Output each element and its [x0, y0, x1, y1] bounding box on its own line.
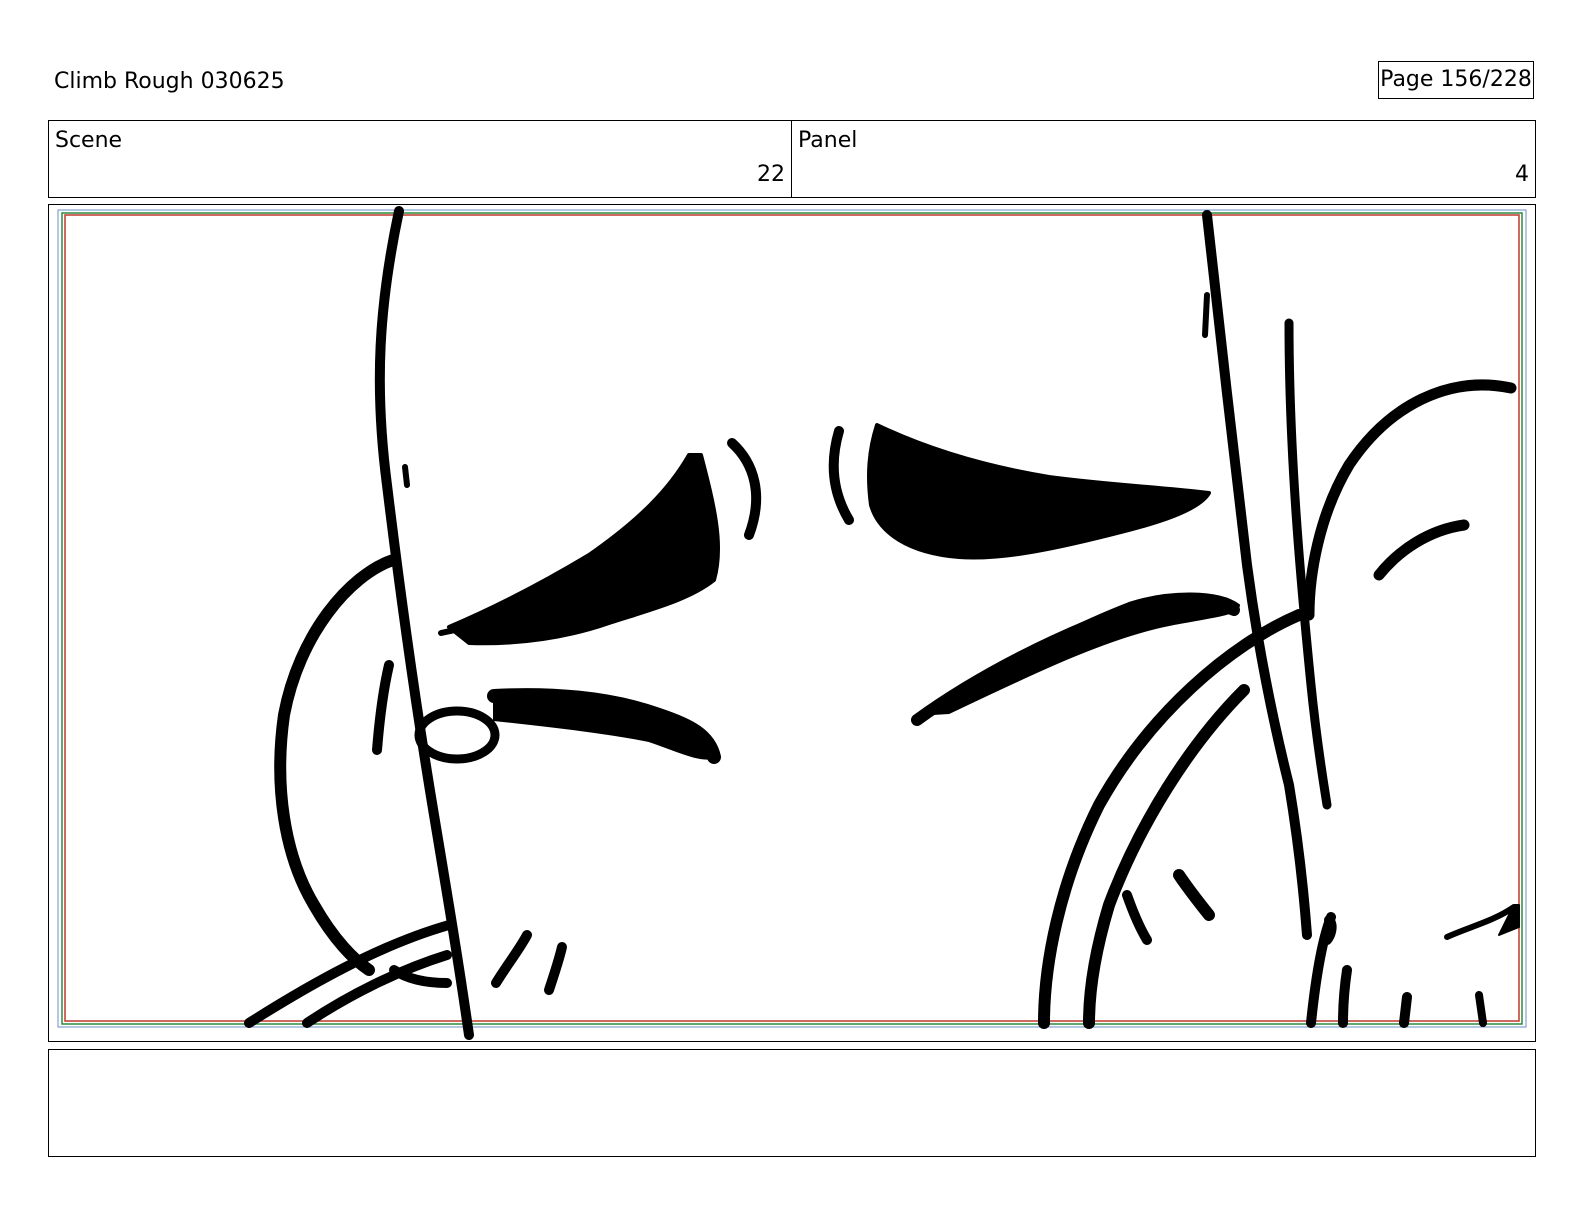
sketch-lines: [244, 206, 1517, 1040]
panel-label: Panel: [798, 128, 858, 153]
storyboard-frame: [48, 204, 1536, 1042]
page-number: Page 156/228: [1378, 61, 1534, 99]
scene-label: Scene: [55, 128, 123, 153]
scene-cell: Scene 22: [49, 121, 792, 197]
panel-number: 4: [1515, 162, 1529, 187]
scene-panel-info: Scene 22 Panel 4: [48, 120, 1536, 198]
document-title: Climb Rough 030625: [54, 69, 285, 94]
storyboard-drawing: [57, 206, 1527, 1040]
scene-number: 22: [757, 162, 785, 187]
panel-cell: Panel 4: [792, 121, 1535, 197]
filled-shapes: [447, 423, 1520, 936]
panel-notes: [48, 1049, 1536, 1157]
